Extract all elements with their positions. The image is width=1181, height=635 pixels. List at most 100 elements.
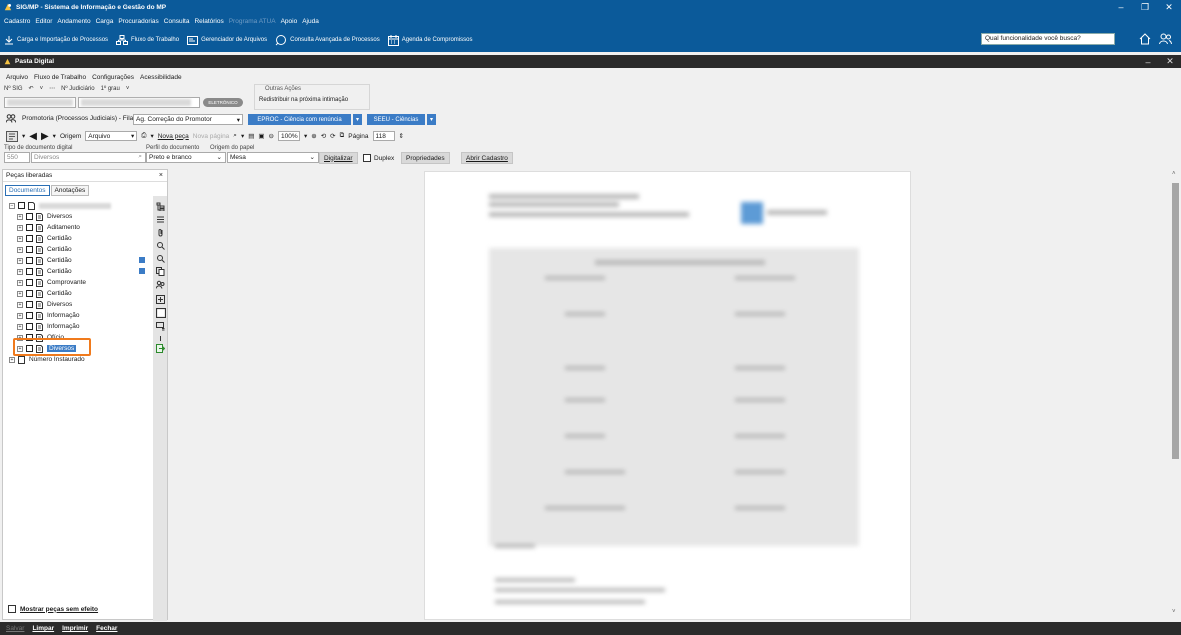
expand-icon[interactable]: +	[17, 257, 23, 264]
chevron-down-icon[interactable]: ▾	[304, 132, 307, 140]
propriedades-button[interactable]: Propriedades	[401, 152, 450, 164]
rotate-left-icon[interactable]: ⟲	[321, 132, 326, 140]
expand-icon[interactable]: +	[17, 224, 23, 231]
fit-page-icon[interactable]: ▣	[258, 132, 264, 140]
menu-andamento[interactable]: Andamento	[57, 18, 90, 25]
imprimir-button[interactable]: Imprimir	[62, 625, 88, 632]
more-icon[interactable]: ⋯	[49, 85, 55, 92]
find-icon[interactable]	[156, 254, 165, 263]
menu-procuradorias[interactable]: Procuradorias	[118, 18, 158, 25]
menu-apoio[interactable]: Apoio	[281, 18, 298, 25]
chevron-down-icon[interactable]: ▾	[53, 132, 56, 140]
menu-ajuda[interactable]: Ajuda	[302, 18, 319, 25]
origem-papel-select[interactable]: Mesa ⌄	[227, 152, 319, 163]
chevron-down-icon[interactable]: ▾	[241, 132, 244, 140]
tree-checkbox[interactable]	[26, 301, 33, 308]
redistribuir-link[interactable]: Redistribuir na próxima intimação	[259, 97, 348, 103]
functionality-search-input[interactable]: Qual funcionalidade você busca?	[981, 33, 1115, 45]
consulta-button[interactable]: Consulta Avançada de Processos	[275, 34, 380, 46]
pagina-input[interactable]: 118	[372, 131, 395, 141]
close-icon[interactable]: ×	[159, 172, 163, 179]
agenda-button[interactable]: Agenda de Compromissos	[387, 34, 472, 46]
nova-peca-button[interactable]: Nova peça	[158, 133, 189, 140]
zoom-out-icon[interactable]: ⊖	[269, 132, 274, 140]
tipo-code-input[interactable]: 550	[4, 152, 30, 163]
home-icon[interactable]	[1135, 30, 1155, 48]
mostrar-pecas-checkbox[interactable]: Mostrar peças sem efeito	[8, 605, 98, 613]
tree-item[interactable]: + Diversos	[17, 211, 72, 222]
fechar-button[interactable]: Fechar	[96, 625, 117, 632]
expand-icon[interactable]: +	[17, 323, 23, 330]
mostrar-box[interactable]	[8, 605, 16, 613]
limpar-button[interactable]: Limpar	[32, 625, 54, 632]
scan-mode-icon[interactable]	[6, 130, 18, 142]
chat-icon[interactable]	[156, 322, 165, 331]
duplex-checkbox[interactable]: Duplex	[363, 154, 394, 162]
tree-checkbox[interactable]	[26, 323, 33, 330]
menu-arquivo[interactable]: Arquivo	[6, 74, 28, 81]
expand-icon[interactable]: +	[17, 213, 23, 220]
njud-input[interactable]	[78, 97, 200, 108]
fluxo-button[interactable]: Fluxo de Trabalho	[116, 35, 179, 45]
digitalizar-button[interactable]: Digitalizar	[319, 152, 358, 164]
attach-icon[interactable]	[156, 228, 165, 237]
fit-width-icon[interactable]: ▤	[248, 132, 254, 140]
tree-item[interactable]: + Comprovante	[17, 277, 86, 288]
tree-item[interactable]: + Certidão	[17, 244, 72, 255]
users-icon[interactable]	[156, 280, 165, 289]
close-icon[interactable]: ✕	[1157, 0, 1181, 14]
menu-cadastro[interactable]: Cadastro	[4, 18, 30, 25]
nsig-input[interactable]	[4, 97, 76, 108]
seeu-dropdown-icon[interactable]: ▾	[427, 114, 436, 125]
expand-icon[interactable]: +	[17, 246, 23, 253]
expand-icon[interactable]: +	[17, 312, 23, 319]
chevron-down-icon[interactable]: ▾	[22, 132, 25, 140]
rotate-right-icon[interactable]: ⟳	[330, 132, 335, 140]
menu-configuracoes[interactable]: Configurações	[92, 74, 134, 81]
expand-icon[interactable]: +	[17, 290, 23, 297]
arrow-down-icon[interactable]	[156, 334, 165, 343]
zoom-in-icon[interactable]: ⊕	[311, 132, 316, 140]
vertical-scrollbar[interactable]: ˄ ˅	[1170, 169, 1181, 620]
origem-select[interactable]: Arquivo ▾	[85, 131, 138, 141]
menu-acessibilidade[interactable]: Acessibilidade	[140, 74, 182, 81]
tree-checkbox[interactable]	[18, 202, 25, 209]
tab-anotacoes[interactable]: Anotações	[50, 185, 90, 196]
undo-icon[interactable]: ↶	[29, 85, 34, 92]
tree-item[interactable]: + Informação	[17, 310, 80, 321]
minimize-icon[interactable]: –	[1109, 0, 1133, 14]
tree-checkbox[interactable]	[26, 290, 33, 297]
close-icon[interactable]: ✕	[1159, 55, 1181, 68]
seeu-button[interactable]: SEEU - Ciências	[367, 114, 425, 125]
collapse-icon[interactable]: −	[9, 202, 15, 209]
tree-item[interactable]: + Certidão	[17, 266, 72, 277]
export-icon[interactable]	[156, 344, 165, 353]
menu-editor[interactable]: Editor	[35, 18, 52, 25]
search-doc-icon[interactable]	[156, 241, 165, 250]
add-icon[interactable]	[156, 295, 165, 304]
expand-icon[interactable]: +	[17, 235, 23, 242]
tree-checkbox[interactable]	[26, 312, 33, 319]
scroll-up-icon[interactable]: ˄	[1172, 171, 1176, 177]
tree-item[interactable]: + Informação	[17, 321, 80, 332]
tree-checkbox[interactable]	[26, 246, 33, 253]
tab-documentos[interactable]: Documentos	[5, 185, 50, 196]
menu-relatorios[interactable]: Relatórios	[194, 18, 223, 25]
eproc-button[interactable]: EPROC - Ciência com renúncia	[248, 114, 351, 125]
menu-fluxo-trabalho[interactable]: Fluxo de Trabalho	[34, 74, 86, 81]
menu-consulta[interactable]: Consulta	[164, 18, 190, 25]
tree-item[interactable]: + Certidão	[17, 255, 72, 266]
frame-icon[interactable]	[156, 308, 166, 318]
scroll-thumb[interactable]	[1172, 183, 1179, 459]
tree-checkbox[interactable]	[26, 257, 33, 264]
eproc-dropdown-icon[interactable]: ▾	[353, 114, 362, 125]
scroll-down-icon[interactable]: ˅	[1172, 609, 1176, 615]
tree-item[interactable]: + Aditamento	[17, 222, 80, 233]
tree-checkbox[interactable]	[26, 224, 33, 231]
tree-checkbox[interactable]	[26, 268, 33, 275]
expand-icon[interactable]: +	[17, 301, 23, 308]
tree-item[interactable]: + Diversos	[17, 299, 72, 310]
tipo-input[interactable]: Diversos ⌕	[31, 152, 146, 163]
tree-checkbox[interactable]	[26, 279, 33, 286]
fila-select[interactable]: Ag. Correção do Promotor ▾	[133, 114, 243, 125]
